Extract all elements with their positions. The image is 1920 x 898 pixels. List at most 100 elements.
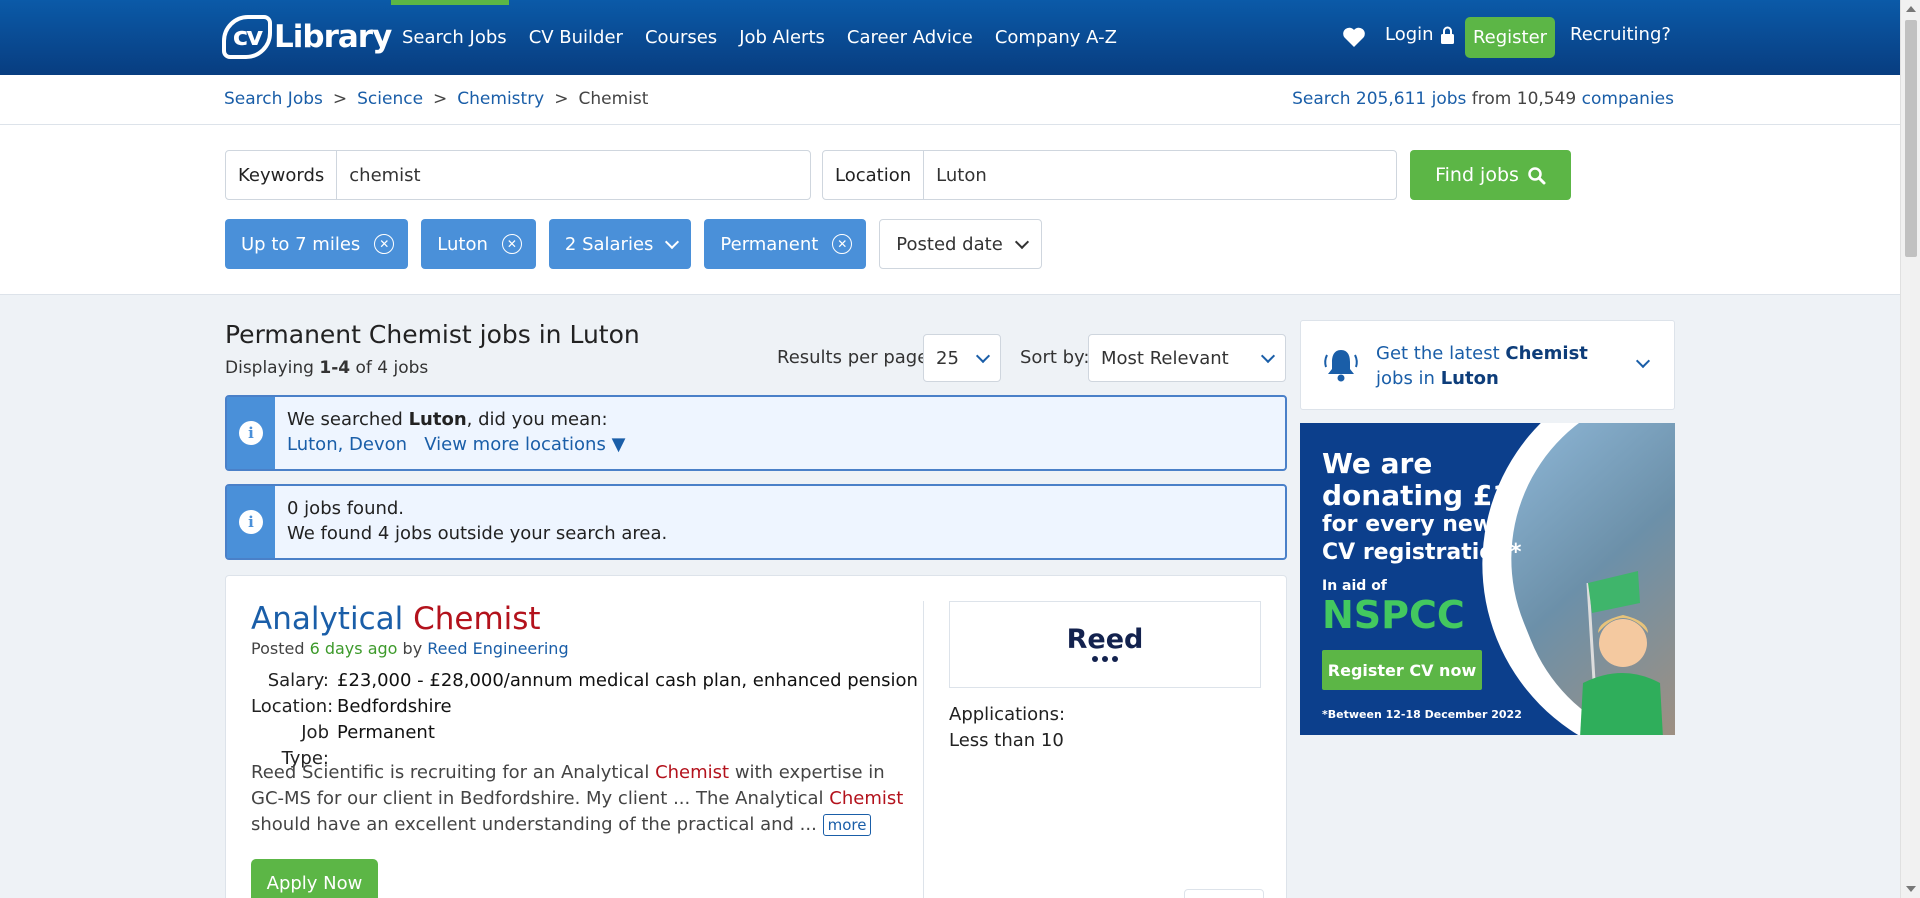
alert-prefix: Get the latest [1376, 343, 1500, 364]
nav-job-alerts[interactable]: Job Alerts [739, 27, 825, 48]
posted-date-dropdown[interactable]: Posted date [879, 219, 1042, 269]
breadcrumb-current: Chemist [578, 89, 649, 109]
logo-wordmark: Library [274, 19, 392, 55]
page-scrollbar[interactable] [1900, 0, 1920, 898]
filter-location-chip[interactable]: Luton ✕ [421, 219, 536, 269]
ad-in-aid-of: In aid of [1322, 578, 1387, 594]
bell-icon [1324, 350, 1358, 382]
nav-cv-builder[interactable]: CV Builder [529, 27, 623, 48]
displaying-suffix: of 4 jobs [355, 358, 429, 378]
login-link[interactable]: Login [1385, 24, 1455, 45]
card-divider [923, 601, 924, 898]
keywords-field: Keywords [225, 150, 811, 200]
remove-filter-icon[interactable]: ✕ [501, 234, 522, 254]
results-per-page-value: 25 [936, 347, 959, 369]
sort-by-label: Sort by: [1020, 347, 1090, 368]
location-suggestion-text: We searched Luton, did you mean: Luton, … [275, 397, 637, 469]
location-label: Location [823, 151, 925, 199]
info-icon-panel: i [227, 486, 275, 558]
desc-part: should have an excellent understanding o… [251, 814, 823, 835]
save-job-button[interactable] [1184, 889, 1264, 898]
reed-logo-dots [1067, 656, 1144, 662]
job-posted-info: Posted 6 days ago by Reed Engineering [251, 639, 569, 658]
applications-value: Less than 10 [949, 730, 1064, 751]
info-icon: i [239, 510, 263, 534]
remove-filter-icon[interactable]: ✕ [832, 234, 853, 254]
filter-distance-chip[interactable]: Up to 7 miles ✕ [225, 219, 409, 269]
breadcrumb-chemistry[interactable]: Chemistry [457, 89, 544, 109]
more-button[interactable]: more [822, 814, 872, 836]
company-logo[interactable]: Reed [949, 601, 1261, 688]
reed-logo-text: Reed [1066, 624, 1144, 655]
breadcrumb-search-jobs[interactable]: Search Jobs [224, 89, 323, 109]
login-label: Login [1385, 24, 1434, 45]
find-jobs-button[interactable]: Find jobs [1410, 150, 1571, 200]
posted-by: by [402, 639, 423, 658]
nav-career-advice[interactable]: Career Advice [847, 27, 973, 48]
company-link[interactable]: Reed Engineering [427, 639, 568, 658]
applications-label: Applications: [949, 704, 1066, 725]
ad-subheadline: for every new CV registration* [1322, 512, 1522, 565]
filter-location-label: Luton [437, 233, 488, 255]
alert-keyword: Chemist [1505, 343, 1588, 364]
heart-icon[interactable] [1342, 26, 1366, 48]
results-per-page-select[interactable]: 25 [923, 334, 1001, 382]
results-per-page-label: Results per page: [777, 347, 935, 368]
no-jobs-text: 0 jobs found. We found 4 jobs outside yo… [275, 486, 679, 558]
job-description: Reed Scientific is recruiting for an Ana… [251, 760, 906, 838]
nav-search-jobs[interactable]: Search Jobs [402, 27, 507, 48]
location-suggestion-box: i We searched Luton, did you mean: Luton… [225, 395, 1287, 471]
scroll-up-icon[interactable] [1906, 6, 1916, 12]
view-more-locations-link[interactable]: View more locations ▼ [424, 434, 625, 455]
cv-library-logo[interactable]: cv Library [222, 12, 392, 62]
stats-prefix[interactable]: Search [1292, 89, 1350, 109]
location-detail-label: Location: [251, 696, 334, 717]
job-alert-text: Get the latest Chemist jobs in Luton [1376, 341, 1616, 391]
sort-by-value: Most Relevant [1101, 347, 1229, 369]
chevron-down-icon [665, 234, 680, 249]
searched-place: Luton [408, 409, 467, 430]
recruiting-link[interactable]: Recruiting? [1570, 24, 1671, 45]
salary-label: Salary: [267, 670, 329, 691]
searched-prefix: We searched [287, 409, 403, 430]
location-field: Location [822, 150, 1397, 200]
filter-salaries-label: 2 Salaries [564, 233, 654, 255]
apply-now-button[interactable]: Apply Now [251, 859, 378, 898]
job-alert-box[interactable]: Get the latest Chemist jobs in Luton [1300, 320, 1675, 410]
breadcrumb-science[interactable]: Science [357, 89, 423, 109]
chevron-down-icon [1260, 348, 1276, 363]
suggested-location-link[interactable]: Luton, Devon [287, 434, 407, 455]
scrollbar-thumb[interactable] [1905, 20, 1917, 257]
search-icon [1528, 166, 1546, 184]
keywords-input[interactable] [337, 151, 810, 199]
breadcrumb-separator: > [433, 89, 448, 109]
filter-salaries-dropdown[interactable]: 2 Salaries [548, 219, 692, 269]
filter-distance-label: Up to 7 miles [241, 233, 361, 255]
sort-by-select[interactable]: Most Relevant [1088, 334, 1286, 382]
view-more-locations-label: View more locations [424, 434, 606, 455]
triangle-down-icon: ▼ [611, 434, 626, 455]
register-cv-button[interactable]: Register CV now [1322, 650, 1482, 690]
stats-jobs-link[interactable]: 205,611 jobs [1356, 89, 1466, 109]
scroll-down-icon[interactable] [1906, 886, 1916, 892]
nav-courses[interactable]: Courses [645, 27, 717, 48]
searched-suffix: , did you mean: [466, 409, 608, 430]
stats-middle: from 10,549 [1471, 89, 1577, 109]
nspcc-advert[interactable]: We are donating £1 for every new CV regi… [1300, 423, 1675, 735]
location-detail-value: Bedfordshire [337, 696, 452, 717]
site-stats: Search 205,611 jobs from 10,549 companie… [1292, 89, 1674, 109]
displaying-prefix: Displaying [225, 358, 314, 378]
lock-icon [1440, 26, 1454, 44]
chevron-down-icon [1635, 353, 1651, 369]
register-button[interactable]: Register [1465, 17, 1555, 58]
nav-company-a-z[interactable]: Company A-Z [995, 27, 1117, 48]
no-jobs-line: 0 jobs found. [287, 498, 405, 519]
info-icon-panel: i [227, 397, 275, 469]
stats-companies-link[interactable]: companies [1582, 89, 1674, 109]
remove-filter-icon[interactable]: ✕ [374, 234, 395, 254]
job-title-link[interactable]: Analytical Chemist [251, 601, 541, 637]
job-title-part: Analytical [251, 601, 404, 637]
alert-middle: jobs in [1376, 368, 1435, 389]
filter-type-chip[interactable]: Permanent ✕ [704, 219, 867, 269]
location-input[interactable] [924, 151, 1396, 199]
